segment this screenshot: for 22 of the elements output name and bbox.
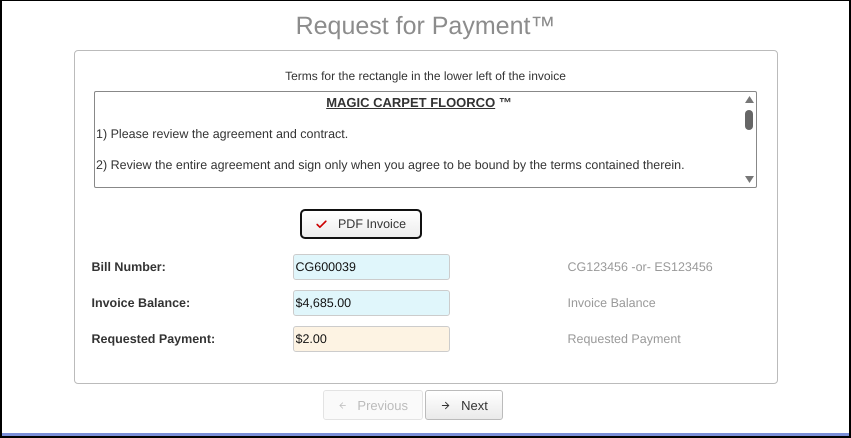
scroll-up-icon[interactable] <box>745 96 754 103</box>
field-hint: CG123456 -or- ES123456 <box>568 260 714 274</box>
field-label: Invoice Balance: <box>92 296 192 310</box>
terms-paragraph: 2) Review the entire agreement and sign only when you agree to be bound by the terms contained therein. <box>96 158 686 172</box>
pdf-invoice-button[interactable]: PDF Invoice <box>300 209 422 239</box>
input-field[interactable]: $4,685.00 <box>292 290 450 316</box>
right-arrow-icon <box>440 400 452 410</box>
scroll-down-icon[interactable] <box>745 176 754 183</box>
input-field[interactable]: CG600039 <box>292 254 450 280</box>
left-arrow-icon <box>338 400 348 410</box>
field-label: Requested Payment: <box>92 332 216 346</box>
terms-caption: Terms for the rectangle in the lower left of the invoice <box>285 69 566 83</box>
input-field[interactable]: $2.00 <box>292 326 450 352</box>
field-hint: Invoice Balance <box>568 296 657 310</box>
field-hint: Requested Payment <box>568 332 682 346</box>
page-title: Request for Payment™ <box>296 11 556 41</box>
field-label: Bill Number: <box>92 260 167 274</box>
terms-heading: MAGIC CARPET FLOORCO ™ <box>325 95 513 110</box>
scroll-thumb[interactable] <box>745 110 753 130</box>
check-icon <box>314 218 328 230</box>
terms-paragraph: 1) Please review the agreement and contract. <box>96 127 350 141</box>
next-button[interactable]: Next <box>425 390 503 420</box>
